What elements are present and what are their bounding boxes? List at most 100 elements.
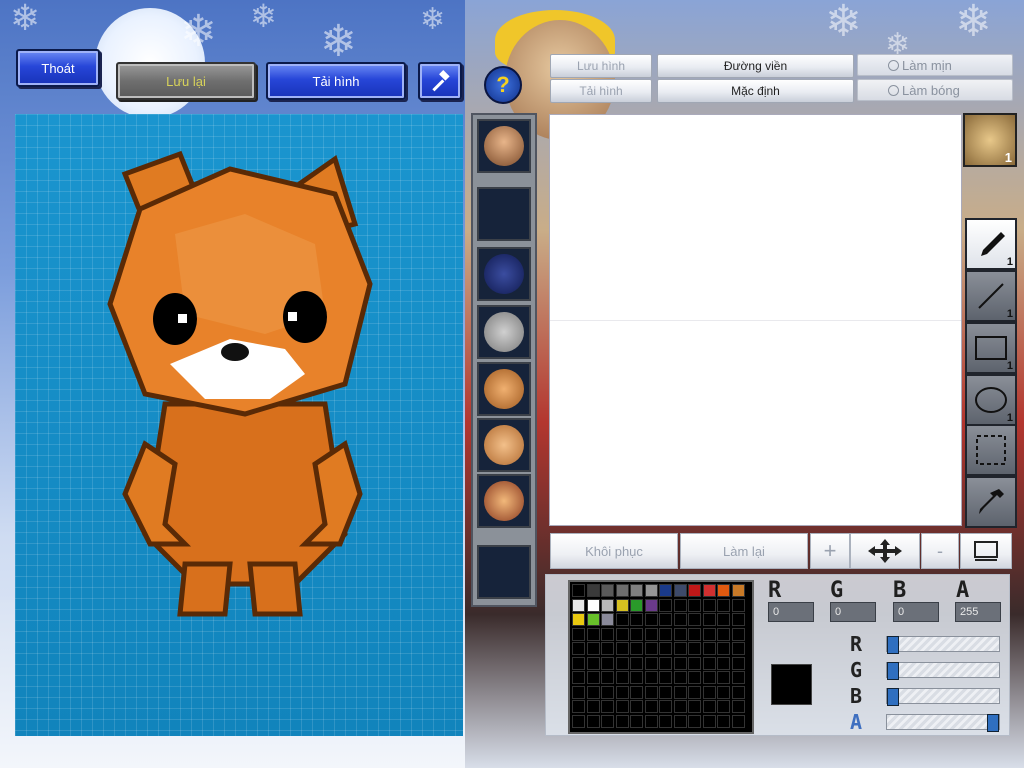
palette-cell[interactable] <box>659 685 672 699</box>
palette-cell[interactable] <box>572 671 585 684</box>
palette-cell[interactable] <box>586 613 600 626</box>
line-tool[interactable]: 1 <box>965 270 1017 322</box>
palette-cell[interactable] <box>615 627 629 641</box>
palette-cell[interactable] <box>717 642 730 655</box>
palette-cell[interactable] <box>673 613 687 626</box>
palette-cell[interactable] <box>644 584 658 597</box>
palette-cell[interactable] <box>688 671 701 684</box>
palette-cell[interactable] <box>688 714 701 728</box>
select-tool[interactable] <box>965 424 1017 476</box>
palette-cell[interactable] <box>601 613 614 626</box>
b-slider[interactable] <box>886 688 1000 706</box>
palette-cell[interactable] <box>586 584 600 597</box>
palette-cell[interactable] <box>673 642 687 655</box>
palette-cell[interactable] <box>572 714 585 728</box>
help-button[interactable]: ? <box>484 66 522 104</box>
face-slot-3[interactable] <box>477 247 531 301</box>
palette-cell[interactable] <box>630 627 643 641</box>
save-button[interactable]: Lưu lại <box>116 62 256 100</box>
palette-cell[interactable] <box>702 714 716 728</box>
palette-cell[interactable] <box>702 642 716 655</box>
palette-cell[interactable] <box>601 685 614 699</box>
shine-option[interactable]: Làm bóng <box>857 79 1013 101</box>
palette-cell[interactable] <box>731 685 745 699</box>
palette-cell[interactable] <box>615 671 629 684</box>
palette-cell[interactable] <box>717 685 730 699</box>
palette-cell[interactable] <box>731 642 745 655</box>
palette-cell[interactable] <box>659 642 672 655</box>
palette-cell[interactable] <box>601 700 614 713</box>
redo-button[interactable]: Làm lại <box>680 533 808 569</box>
load-image-button-2[interactable]: Tải hình <box>550 79 652 103</box>
palette-cell[interactable] <box>615 714 629 728</box>
palette-cell[interactable] <box>731 584 745 597</box>
palette-cell[interactable] <box>572 598 585 612</box>
palette-cell[interactable] <box>717 656 730 670</box>
palette-cell[interactable] <box>717 598 730 612</box>
palette-cell[interactable] <box>717 671 730 684</box>
palette-cell[interactable] <box>644 598 658 612</box>
palette-cell[interactable] <box>688 685 701 699</box>
palette-cell[interactable] <box>601 714 614 728</box>
palette-cell[interactable] <box>572 627 585 641</box>
palette-cell[interactable] <box>731 613 745 626</box>
brush-tool[interactable]: 1 <box>965 218 1017 270</box>
palette-cell[interactable] <box>644 700 658 713</box>
palette-cell[interactable] <box>601 642 614 655</box>
palette-cell[interactable] <box>731 714 745 728</box>
palette-cell[interactable] <box>572 584 585 597</box>
palette-cell[interactable] <box>673 656 687 670</box>
palette-cell[interactable] <box>731 598 745 612</box>
a-slider[interactable] <box>886 714 1000 732</box>
minus-button[interactable]: - <box>921 533 959 569</box>
palette-cell[interactable] <box>717 714 730 728</box>
face-slot-4[interactable] <box>477 305 531 359</box>
face-preview-button[interactable]: 1 <box>963 113 1017 167</box>
drawing-canvas[interactable] <box>549 114 962 526</box>
palette-cell[interactable] <box>688 613 701 626</box>
palette-cell[interactable] <box>586 671 600 684</box>
palette-cell[interactable] <box>673 685 687 699</box>
palette-cell[interactable] <box>630 642 643 655</box>
smooth-option[interactable]: Làm mịn <box>857 54 1013 76</box>
move-button[interactable] <box>850 533 920 569</box>
palette-cell[interactable] <box>731 656 745 670</box>
palette-cell[interactable] <box>586 656 600 670</box>
add-button[interactable]: + <box>810 533 850 569</box>
palette-cell[interactable] <box>731 671 745 684</box>
a-value-field[interactable]: 255 <box>955 602 1001 622</box>
palette-cell[interactable] <box>630 700 643 713</box>
g-slider[interactable] <box>886 662 1000 680</box>
palette-cell[interactable] <box>615 598 629 612</box>
palette-cell[interactable] <box>644 685 658 699</box>
palette-cell[interactable] <box>702 656 716 670</box>
palette-cell[interactable] <box>615 642 629 655</box>
palette-cell[interactable] <box>702 598 716 612</box>
palette-cell[interactable] <box>659 613 672 626</box>
palette-cell[interactable] <box>630 598 643 612</box>
face-slot-1[interactable] <box>477 119 531 173</box>
palette-cell[interactable] <box>717 627 730 641</box>
palette-cell[interactable] <box>702 584 716 597</box>
exit-button[interactable]: Thoát <box>16 49 100 87</box>
palette-cell[interactable] <box>644 642 658 655</box>
palette-cell[interactable] <box>659 700 672 713</box>
palette-cell[interactable] <box>630 656 643 670</box>
palette-cell[interactable] <box>586 627 600 641</box>
palette-cell[interactable] <box>572 642 585 655</box>
palette-cell[interactable] <box>586 714 600 728</box>
palette-cell[interactable] <box>615 613 629 626</box>
palette-cell[interactable] <box>673 700 687 713</box>
palette-cell[interactable] <box>673 714 687 728</box>
g-value-field[interactable]: 0 <box>830 602 876 622</box>
palette-cell[interactable] <box>731 700 745 713</box>
palette-cell[interactable] <box>673 584 687 597</box>
g-slider-knob[interactable] <box>887 662 899 680</box>
palette-cell[interactable] <box>717 584 730 597</box>
palette-cell[interactable] <box>673 671 687 684</box>
palette-cell[interactable] <box>586 685 600 699</box>
palette-cell[interactable] <box>673 627 687 641</box>
palette-cell[interactable] <box>659 656 672 670</box>
palette-cell[interactable] <box>630 671 643 684</box>
palette-cell[interactable] <box>644 627 658 641</box>
